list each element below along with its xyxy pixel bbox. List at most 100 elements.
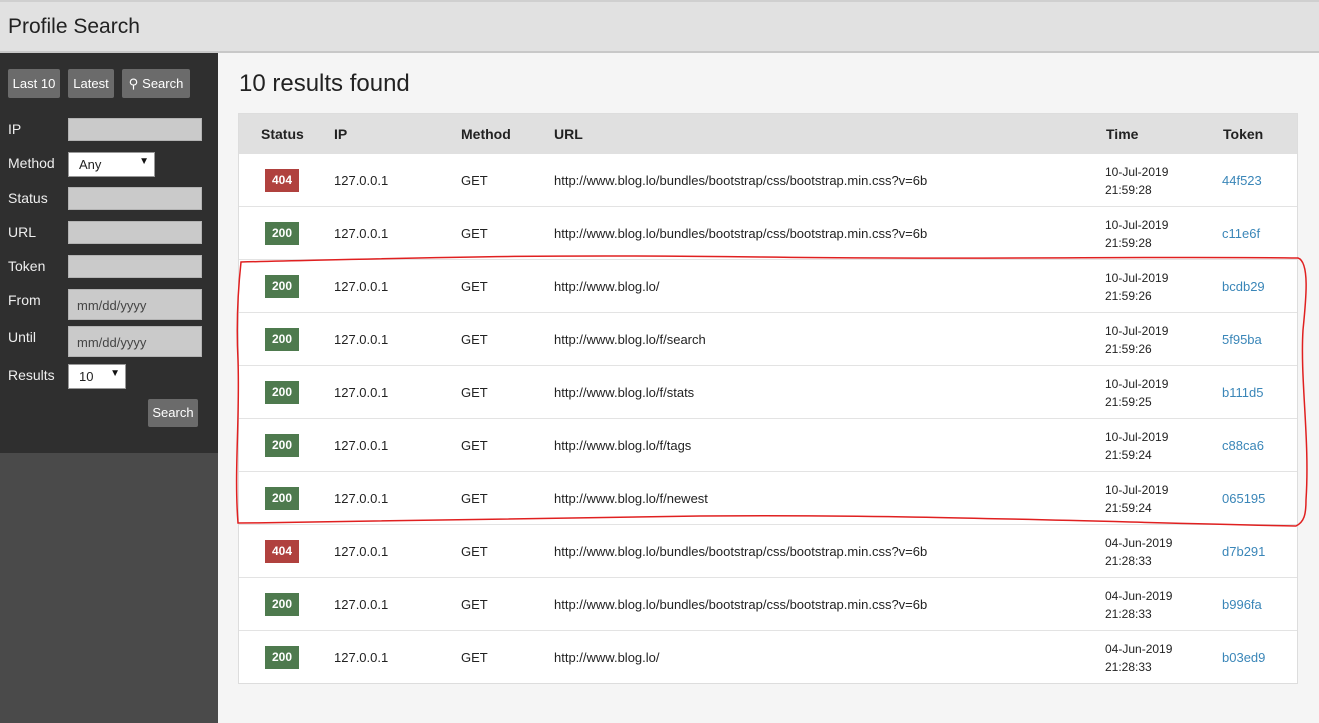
table-row[interactable]: 200 127.0.0.1 GET http://www.blog.lo/f/n… xyxy=(239,472,1297,525)
method-select[interactable]: Any ▼ xyxy=(68,152,155,177)
table-row[interactable]: 200 127.0.0.1 GET http://www.blog.lo/ 04… xyxy=(239,631,1297,684)
table-header: Status IP Method URL Time Token xyxy=(239,114,1297,154)
time-clock: 21:59:24 xyxy=(1105,501,1152,515)
url-cell: http://www.blog.lo/bundles/bootstrap/css… xyxy=(554,226,928,241)
ip-cell: 127.0.0.1 xyxy=(334,544,389,559)
time-date: 04-Jun-2019 xyxy=(1105,589,1173,603)
url-input[interactable] xyxy=(68,221,202,244)
status-badge: 404 xyxy=(265,169,299,192)
time-clock: 21:59:25 xyxy=(1105,395,1152,409)
table-row[interactable]: 404 127.0.0.1 GET http://www.blog.lo/bun… xyxy=(239,154,1297,207)
table-row[interactable]: 200 127.0.0.1 GET http://www.blog.lo/f/s… xyxy=(239,366,1297,419)
sidebar: Last 10 Latest ⚲ Search IP Method Any ▼ S… xyxy=(0,53,218,723)
table-row[interactable]: 404 127.0.0.1 GET http://www.blog.lo/bun… xyxy=(239,525,1297,578)
method-cell: GET xyxy=(461,332,488,347)
time-cell: 10-Jul-2019 21:59:28 xyxy=(1105,216,1168,252)
until-label: Until xyxy=(8,329,37,345)
from-date-input[interactable]: mm/dd/yyyy xyxy=(68,289,202,320)
status-badge: 200 xyxy=(265,328,299,351)
time-date: 10-Jul-2019 xyxy=(1105,165,1169,179)
token-link[interactable]: bcdb29 xyxy=(1222,279,1265,294)
time-clock: 21:59:28 xyxy=(1105,183,1152,197)
status-badge: 200 xyxy=(265,646,299,669)
table-row[interactable]: 200 127.0.0.1 GET http://www.blog.lo/bun… xyxy=(239,207,1297,260)
table-row[interactable]: 200 127.0.0.1 GET http://www.blog.lo/ 10… xyxy=(239,260,1297,313)
column-header-method: Method xyxy=(461,126,511,142)
time-clock: 21:59:28 xyxy=(1105,236,1152,250)
latest-button[interactable]: Latest xyxy=(68,69,114,98)
time-cell: 04-Jun-2019 21:28:33 xyxy=(1105,640,1172,676)
time-cell: 10-Jul-2019 21:59:25 xyxy=(1105,375,1168,411)
time-cell: 04-Jun-2019 21:28:33 xyxy=(1105,587,1172,623)
method-cell: GET xyxy=(461,544,488,559)
token-input[interactable] xyxy=(68,255,202,278)
ip-label: IP xyxy=(8,121,22,137)
token-link[interactable]: b111d5 xyxy=(1222,385,1263,400)
ip-cell: 127.0.0.1 xyxy=(334,173,389,188)
method-cell: GET xyxy=(461,597,488,612)
results-select-value: 10 xyxy=(79,369,94,384)
table-row[interactable]: 200 127.0.0.1 GET http://www.blog.lo/f/t… xyxy=(239,419,1297,472)
dropdown-arrow-icon: ▼ xyxy=(139,156,149,167)
ip-cell: 127.0.0.1 xyxy=(334,332,389,347)
time-clock: 21:59:26 xyxy=(1105,342,1152,356)
search-toggle-button[interactable]: ⚲ Search xyxy=(122,69,190,98)
status-input[interactable] xyxy=(68,187,202,210)
from-label: From xyxy=(8,292,41,308)
main-content: 10 results found Status IP Method URL Ti… xyxy=(218,53,1319,723)
status-badge: 200 xyxy=(265,487,299,510)
status-badge: 200 xyxy=(265,222,299,245)
table-row[interactable]: 200 127.0.0.1 GET http://www.blog.lo/bun… xyxy=(239,578,1297,631)
token-link[interactable]: 44f523 xyxy=(1222,173,1262,188)
token-link[interactable]: 065195 xyxy=(1222,491,1265,506)
token-link[interactable]: c88ca6 xyxy=(1222,438,1264,453)
token-link[interactable]: b996fa xyxy=(1222,597,1262,612)
table-row[interactable]: 200 127.0.0.1 GET http://www.blog.lo/f/s… xyxy=(239,313,1297,366)
method-cell: GET xyxy=(461,491,488,506)
token-link[interactable]: 5f95ba xyxy=(1222,332,1262,347)
time-date: 10-Jul-2019 xyxy=(1105,377,1169,391)
ip-input[interactable] xyxy=(68,118,202,141)
status-badge: 200 xyxy=(265,381,299,404)
results-count-title: 10 results found xyxy=(239,70,410,97)
url-cell: http://www.blog.lo/bundles/bootstrap/css… xyxy=(554,173,928,188)
ip-cell: 127.0.0.1 xyxy=(334,650,389,665)
last-10-button[interactable]: Last 10 xyxy=(8,69,60,98)
url-cell: http://www.blog.lo/ xyxy=(554,279,660,294)
time-cell: 10-Jul-2019 21:59:24 xyxy=(1105,428,1168,464)
column-header-ip: IP xyxy=(334,126,348,142)
time-date: 04-Jun-2019 xyxy=(1105,536,1173,550)
token-link[interactable]: b03ed9 xyxy=(1222,650,1265,665)
results-label: Results xyxy=(8,367,55,383)
ip-cell: 127.0.0.1 xyxy=(334,226,389,241)
search-submit-button[interactable]: Search xyxy=(148,399,198,427)
time-date: 10-Jul-2019 xyxy=(1105,483,1169,497)
search-panel: Last 10 Latest ⚲ Search IP Method Any ▼ S… xyxy=(0,53,218,453)
time-cell: 10-Jul-2019 21:59:28 xyxy=(1105,163,1168,199)
ip-cell: 127.0.0.1 xyxy=(334,597,389,612)
method-cell: GET xyxy=(461,385,488,400)
time-date: 04-Jun-2019 xyxy=(1105,642,1173,656)
token-link[interactable]: d7b291 xyxy=(1222,544,1265,559)
column-header-token: Token xyxy=(1223,126,1264,142)
ip-cell: 127.0.0.1 xyxy=(334,385,389,400)
status-badge: 404 xyxy=(265,540,299,563)
ip-cell: 127.0.0.1 xyxy=(334,279,389,294)
status-badge: 200 xyxy=(265,593,299,616)
url-label: URL xyxy=(8,224,37,240)
column-header-time: Time xyxy=(1106,126,1139,142)
until-date-input[interactable]: mm/dd/yyyy xyxy=(68,326,202,357)
method-label: Method xyxy=(8,155,55,171)
method-cell: GET xyxy=(461,279,488,294)
column-header-url: URL xyxy=(554,126,583,142)
status-label: Status xyxy=(8,190,48,206)
token-link[interactable]: c11e6f xyxy=(1222,226,1260,241)
dropdown-arrow-icon: ▼ xyxy=(110,368,120,379)
time-cell: 10-Jul-2019 21:59:26 xyxy=(1105,269,1168,305)
search-toggle-label: Search xyxy=(142,76,184,91)
results-select[interactable]: 10 ▼ xyxy=(68,364,126,389)
status-badge: 200 xyxy=(265,275,299,298)
url-cell: http://www.blog.lo/f/search xyxy=(554,332,706,347)
method-cell: GET xyxy=(461,173,488,188)
time-cell: 10-Jul-2019 21:59:26 xyxy=(1105,322,1168,358)
